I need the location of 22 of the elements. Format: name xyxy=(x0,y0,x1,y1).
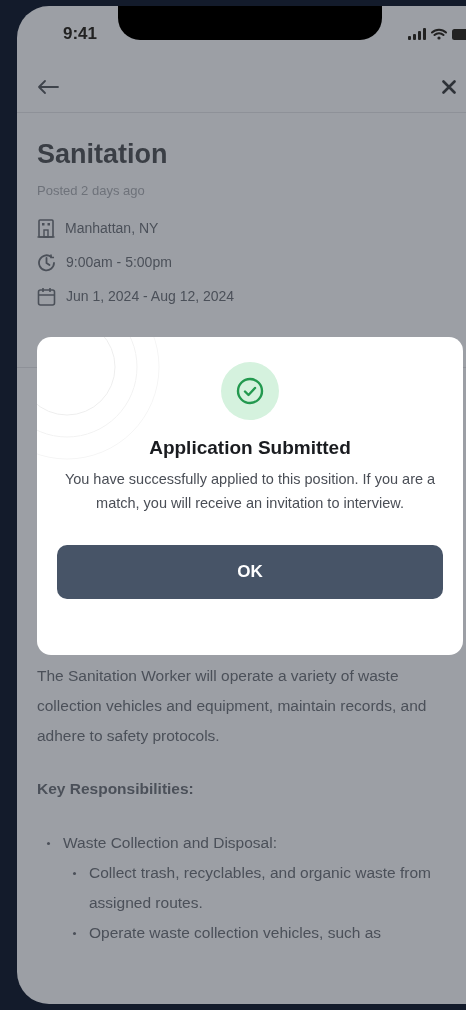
status-time: 9:41 xyxy=(63,24,98,44)
check-circle-icon xyxy=(236,377,264,405)
detail-text: Jun 1, 2024 - Aug 12, 2024 xyxy=(66,288,235,304)
wifi-icon xyxy=(431,28,447,40)
back-arrow-icon[interactable] xyxy=(37,79,59,95)
battery-icon xyxy=(452,28,466,40)
list-item-text: Waste Collection and Disposal: xyxy=(63,834,277,851)
calendar-icon xyxy=(37,286,56,306)
section-heading: Key Responsibilities: xyxy=(37,780,195,798)
list-item-text: Operate waste collection vehicles, such as xyxy=(89,924,382,941)
close-icon[interactable] xyxy=(442,80,456,94)
signal-icon xyxy=(408,28,426,40)
job-title: Sanitation xyxy=(37,138,169,171)
dialog-title: Application Submitted xyxy=(149,437,351,459)
list-item-text: Collect trash, recyclables, and organic waste from assigned routes. xyxy=(89,864,431,911)
detail-text: Manhattan, NY xyxy=(65,220,159,236)
job-description: The Sanitation Worker will operate a variety of waste collection vehicles and equipment, maintain records, and adhere to safety protocols. xyxy=(37,666,428,746)
detail-text: 9:00am - 5:00pm xyxy=(66,254,172,270)
dialog-message: You have successfully applied to this position. If you are a match, you will receive an invitation to interview. xyxy=(63,470,437,513)
clock-icon xyxy=(37,252,56,272)
building-icon xyxy=(37,218,55,238)
ok-button[interactable]: OK xyxy=(57,545,443,599)
